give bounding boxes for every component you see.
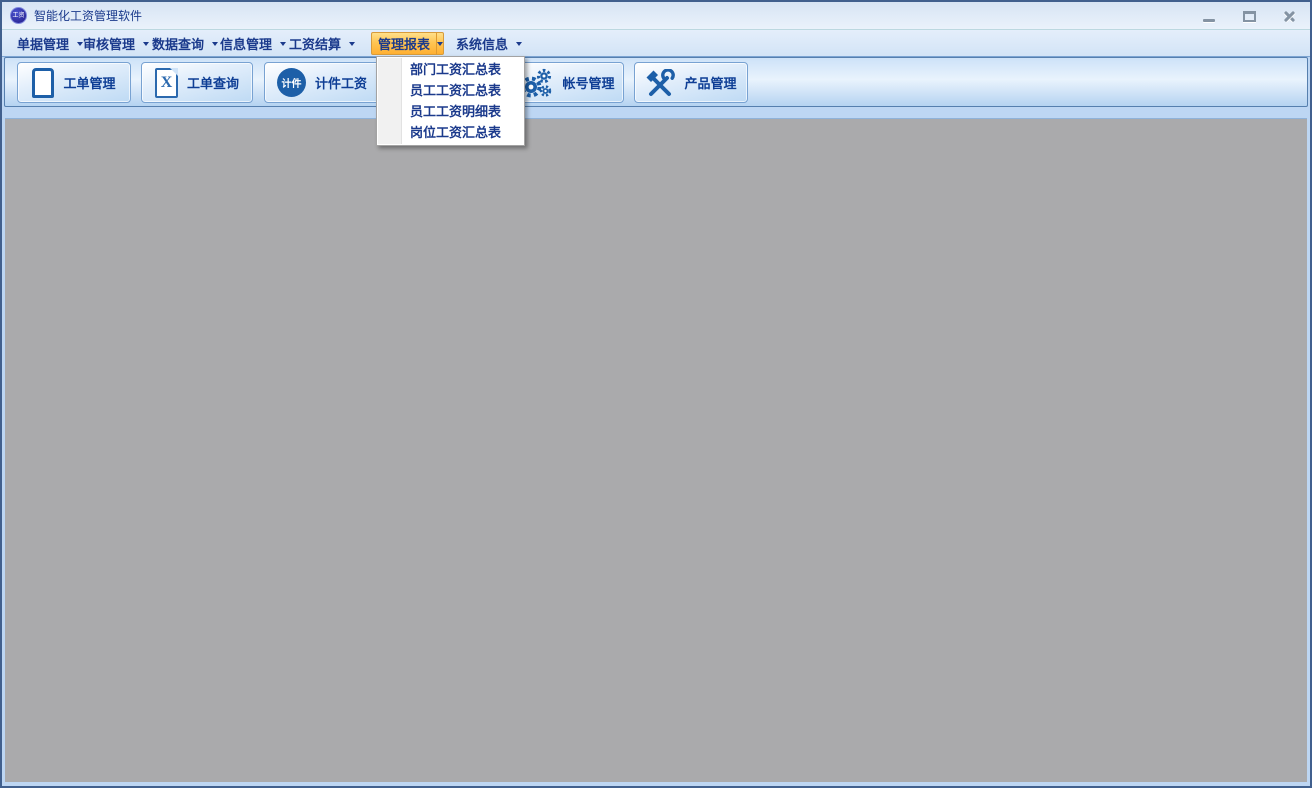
maximize-icon (1243, 11, 1256, 22)
menu-item-info-mgmt[interactable]: 信息管理 (215, 30, 291, 57)
client-area (5, 118, 1307, 782)
toolbar-button-label: 帐号管理 (562, 73, 614, 92)
maximize-button[interactable] (1240, 7, 1258, 25)
menu-item-employee-salary-summary[interactable]: 员工工资汇总表 (377, 81, 524, 102)
window-title: 智能化工资管理软件 (34, 7, 142, 24)
window-controls (1200, 7, 1298, 25)
close-icon (1283, 10, 1296, 23)
toolbar: 工单管理 X 工单查询 计件 计件工资 帐号管理 (4, 57, 1308, 107)
document-icon (32, 68, 54, 98)
app-icon-label: 工资 (12, 13, 24, 19)
app-window: 工资 智能化工资管理软件 单据管理 审核管理 数据查询 信息管理 工资结算 管理… (0, 0, 1312, 788)
menu-item-data-query[interactable]: 数据查询 (147, 30, 223, 57)
tools-icon (645, 69, 675, 97)
toolbar-product-mgmt-button[interactable]: 产品管理 (634, 62, 748, 103)
minimize-icon (1203, 19, 1215, 22)
toolbar-button-label: 工单管理 (63, 73, 115, 92)
reports-dropdown-arrow[interactable] (436, 33, 443, 54)
chevron-down-icon (516, 42, 522, 46)
toolbar-button-label: 计件工资 (315, 73, 367, 92)
management-reports-menu: 部门工资汇总表 员工工资汇总表 员工工资明细表 岗位工资汇总表 (376, 56, 525, 146)
title-bar: 工资 智能化工资管理软件 (2, 2, 1310, 30)
menu-item-system-info[interactable]: 系统信息 (451, 30, 527, 57)
toolbar-work-order-mgmt-button[interactable]: 工单管理 (17, 62, 131, 103)
chevron-down-icon (437, 42, 443, 46)
toolbar-button-label: 工单查询 (187, 73, 239, 92)
menu-item-position-salary-summary[interactable]: 岗位工资汇总表 (377, 123, 524, 144)
menu-item-employee-salary-detail[interactable]: 员工工资明细表 (377, 102, 524, 123)
toolbar-piece-wage-button[interactable]: 计件 计件工资 (264, 62, 380, 103)
menu-item-payroll[interactable]: 工资结算 (284, 30, 360, 57)
excel-file-icon: X (155, 68, 178, 98)
chevron-down-icon (349, 42, 355, 46)
app-icon: 工资 (10, 7, 27, 24)
menu-item-documents[interactable]: 单据管理 (12, 30, 88, 57)
close-button[interactable] (1280, 7, 1298, 25)
toolbar-work-order-query-button[interactable]: X 工单查询 (141, 62, 253, 103)
minimize-button[interactable] (1200, 7, 1218, 25)
toolbar-button-label: 产品管理 (684, 73, 736, 92)
toolbar-account-mgmt-button[interactable]: 帐号管理 (510, 62, 624, 103)
menu-bar: 单据管理 审核管理 数据查询 信息管理 工资结算 管理报表 系统信息 (2, 30, 1310, 57)
menu-item-audit[interactable]: 审核管理 (78, 30, 154, 57)
menu-item-reports[interactable]: 管理报表 (371, 32, 444, 55)
menu-item-dept-salary-summary[interactable]: 部门工资汇总表 (377, 60, 524, 81)
piece-rate-badge-icon: 计件 (277, 68, 306, 97)
